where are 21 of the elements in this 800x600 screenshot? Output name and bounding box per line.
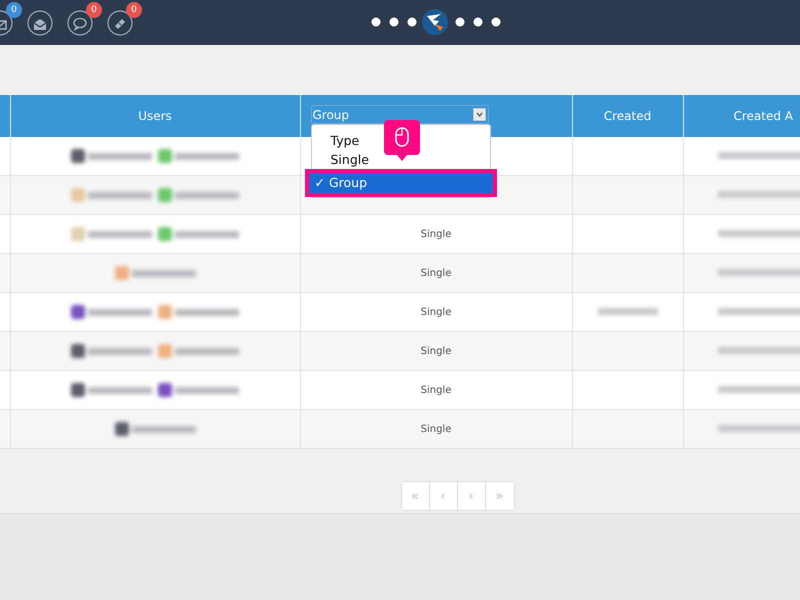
column-header[interactable]: Created A xyxy=(734,109,794,123)
table-cell: Single xyxy=(420,268,452,278)
table-cell: Single xyxy=(420,306,452,318)
blurred-text xyxy=(598,308,658,314)
table-cell: Single xyxy=(420,384,452,396)
ticket-icon[interactable] xyxy=(107,10,133,36)
chevron-down-icon xyxy=(472,108,486,121)
dropdown-option[interactable]: Type xyxy=(312,131,490,150)
column-header[interactable]: Created xyxy=(604,109,652,123)
table-cell: Single xyxy=(420,228,452,240)
envelope-icon[interactable] xyxy=(27,10,53,36)
column-header[interactable]: Users xyxy=(138,109,172,123)
page-button[interactable]: « xyxy=(402,482,430,510)
table-cell: Single xyxy=(420,424,452,434)
count-badge: 0 xyxy=(6,2,22,18)
table-cell: Single xyxy=(420,346,452,356)
dropdown-option[interactable]: ✓ Group xyxy=(308,173,492,193)
count-badge: 0 xyxy=(126,2,142,18)
count-badge: 0 xyxy=(86,2,102,18)
chat-icon[interactable] xyxy=(67,10,93,36)
group-select[interactable]: Group xyxy=(310,105,488,124)
